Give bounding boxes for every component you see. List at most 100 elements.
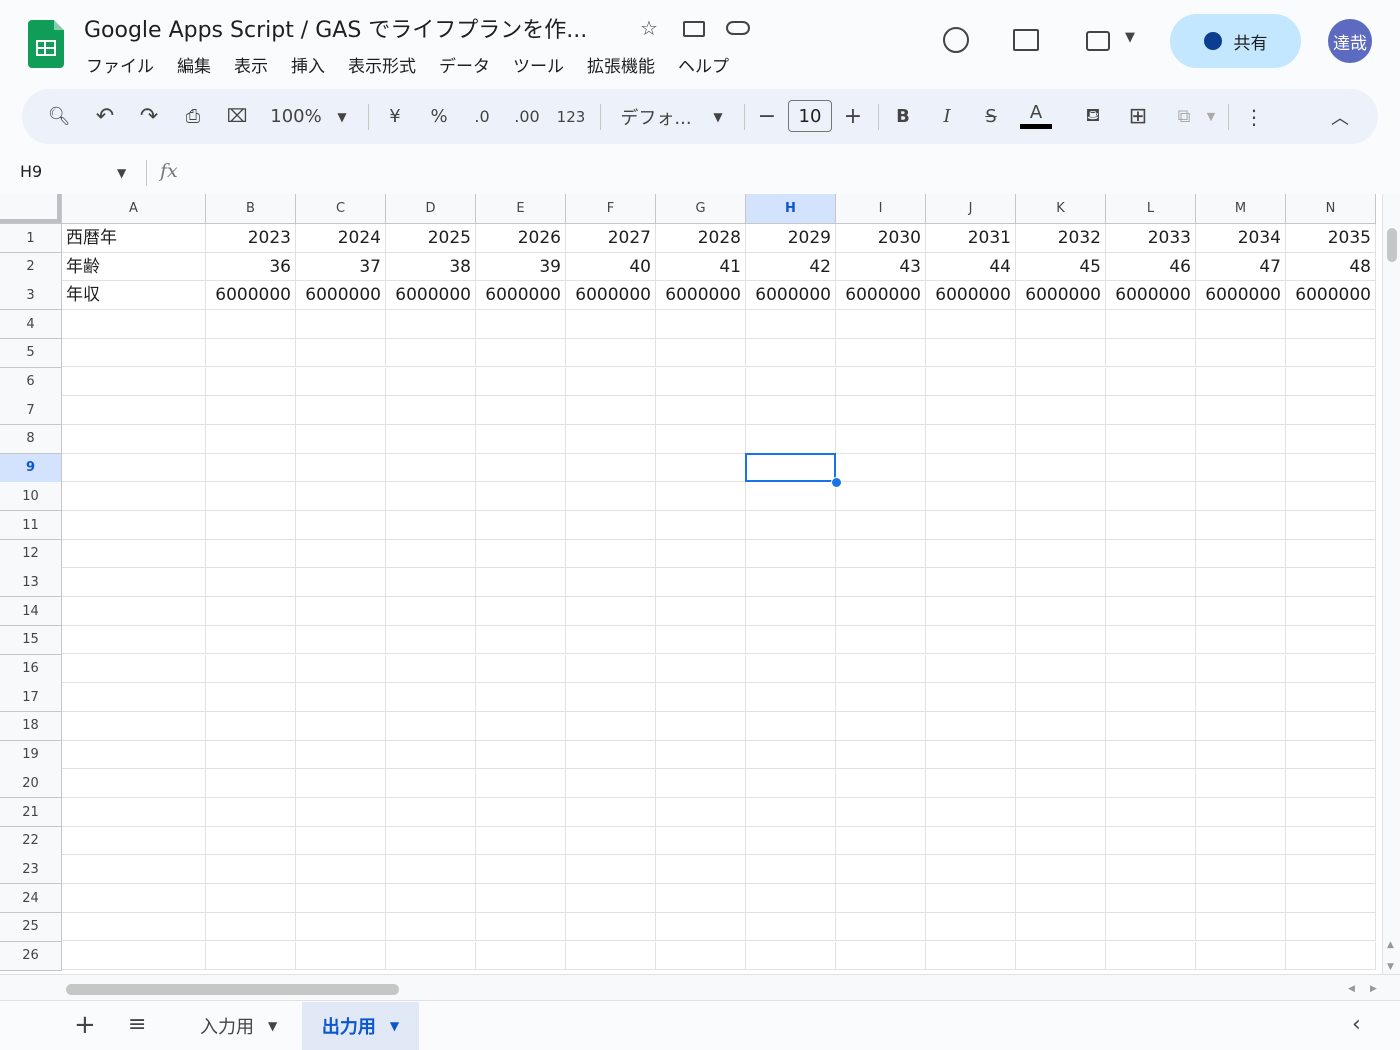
cell[interactable] xyxy=(296,941,386,971)
cell[interactable] xyxy=(386,625,476,655)
comments-icon[interactable] xyxy=(1013,29,1039,51)
cell[interactable] xyxy=(926,396,1016,425)
cell[interactable] xyxy=(566,597,656,626)
cell[interactable] xyxy=(656,884,746,913)
cell[interactable]: 6000000 xyxy=(1196,281,1286,311)
cell[interactable] xyxy=(386,424,476,454)
cell[interactable] xyxy=(206,511,296,540)
row-header[interactable]: 16 xyxy=(0,654,62,684)
cell[interactable] xyxy=(836,453,926,483)
menu-item[interactable]: ツール xyxy=(513,52,564,77)
cell[interactable] xyxy=(566,769,656,798)
cell[interactable] xyxy=(1286,482,1376,511)
row-header[interactable]: 6 xyxy=(0,367,62,397)
cell[interactable] xyxy=(566,338,656,368)
cell[interactable] xyxy=(206,539,296,569)
scroll-left-icon[interactable]: ◀ xyxy=(1348,984,1355,994)
cell[interactable] xyxy=(296,338,386,368)
cell[interactable] xyxy=(1196,740,1286,770)
cell[interactable]: 6000000 xyxy=(836,281,926,311)
cell[interactable] xyxy=(836,826,926,856)
cell[interactable] xyxy=(1016,711,1106,741)
row-header[interactable]: 25 xyxy=(0,912,62,942)
cell[interactable] xyxy=(656,597,746,626)
cell[interactable] xyxy=(296,711,386,741)
cell[interactable] xyxy=(62,424,206,454)
cell[interactable]: 6000000 xyxy=(926,281,1016,311)
cell[interactable]: 6000000 xyxy=(386,281,476,311)
cell[interactable] xyxy=(656,539,746,569)
cell[interactable] xyxy=(926,625,1016,655)
cell[interactable] xyxy=(656,310,746,339)
cell[interactable] xyxy=(62,367,206,397)
cell[interactable] xyxy=(836,912,926,942)
cell[interactable] xyxy=(1106,424,1196,454)
cell[interactable]: 6000000 xyxy=(566,281,656,311)
cell[interactable] xyxy=(566,884,656,913)
column-header[interactable]: A xyxy=(62,194,206,224)
cell[interactable] xyxy=(566,453,656,483)
cell[interactable]: 2026 xyxy=(476,224,566,253)
cell[interactable] xyxy=(566,798,656,827)
cell[interactable] xyxy=(62,912,206,942)
cell[interactable] xyxy=(566,711,656,741)
cell[interactable] xyxy=(476,912,566,942)
cell[interactable] xyxy=(1286,625,1376,655)
cell[interactable] xyxy=(1286,884,1376,913)
cell[interactable] xyxy=(656,769,746,798)
cell[interactable] xyxy=(206,740,296,770)
cell[interactable] xyxy=(296,482,386,511)
cell[interactable] xyxy=(1196,511,1286,540)
font-size-increase-button[interactable]: + xyxy=(842,89,864,144)
cell[interactable]: 44 xyxy=(926,252,1016,282)
cell[interactable] xyxy=(656,568,746,598)
cell[interactable] xyxy=(1106,683,1196,712)
cell[interactable] xyxy=(926,740,1016,770)
cell[interactable] xyxy=(746,424,836,454)
cell[interactable]: 6000000 xyxy=(1016,281,1106,311)
cell[interactable] xyxy=(206,625,296,655)
horizontal-scroll-thumb[interactable] xyxy=(66,984,399,995)
cell[interactable] xyxy=(656,912,746,942)
cell[interactable] xyxy=(386,740,476,770)
cell[interactable] xyxy=(386,884,476,913)
cell[interactable] xyxy=(386,654,476,684)
cell[interactable]: 6000000 xyxy=(1286,281,1376,311)
cell[interactable] xyxy=(296,597,386,626)
cell[interactable] xyxy=(1196,912,1286,942)
cell[interactable] xyxy=(1286,367,1376,397)
cell[interactable] xyxy=(566,625,656,655)
cell[interactable] xyxy=(926,310,1016,339)
cell[interactable] xyxy=(656,654,746,684)
cell[interactable] xyxy=(746,683,836,712)
cell[interactable] xyxy=(476,683,566,712)
cell[interactable]: 2032 xyxy=(1016,224,1106,253)
cell[interactable] xyxy=(386,769,476,798)
cell[interactable] xyxy=(656,855,746,885)
cell[interactable] xyxy=(1106,568,1196,598)
cell[interactable] xyxy=(836,338,926,368)
cell[interactable] xyxy=(656,511,746,540)
explore-collapse-icon[interactable]: ‹ xyxy=(1352,1012,1361,1037)
row-header[interactable]: 9 xyxy=(0,453,62,483)
column-header[interactable]: J xyxy=(926,194,1016,224)
scroll-up-icon[interactable]: ▲ xyxy=(1387,940,1394,950)
cell[interactable] xyxy=(1196,597,1286,626)
cell[interactable] xyxy=(926,338,1016,368)
cell[interactable] xyxy=(1016,424,1106,454)
cell[interactable]: 38 xyxy=(386,252,476,282)
cell[interactable] xyxy=(1106,798,1196,827)
cell[interactable] xyxy=(296,539,386,569)
cell[interactable] xyxy=(476,396,566,425)
redo-icon[interactable]: ↷ xyxy=(136,89,162,144)
cell[interactable] xyxy=(206,568,296,598)
cell[interactable] xyxy=(296,453,386,483)
row-header[interactable]: 22 xyxy=(0,826,62,856)
row-header[interactable]: 17 xyxy=(0,683,62,713)
cell[interactable] xyxy=(386,941,476,971)
cell[interactable] xyxy=(476,511,566,540)
star-icon[interactable]: ☆ xyxy=(640,16,658,40)
cell[interactable] xyxy=(296,310,386,339)
cell[interactable] xyxy=(1286,568,1376,598)
cell[interactable] xyxy=(1196,367,1286,397)
